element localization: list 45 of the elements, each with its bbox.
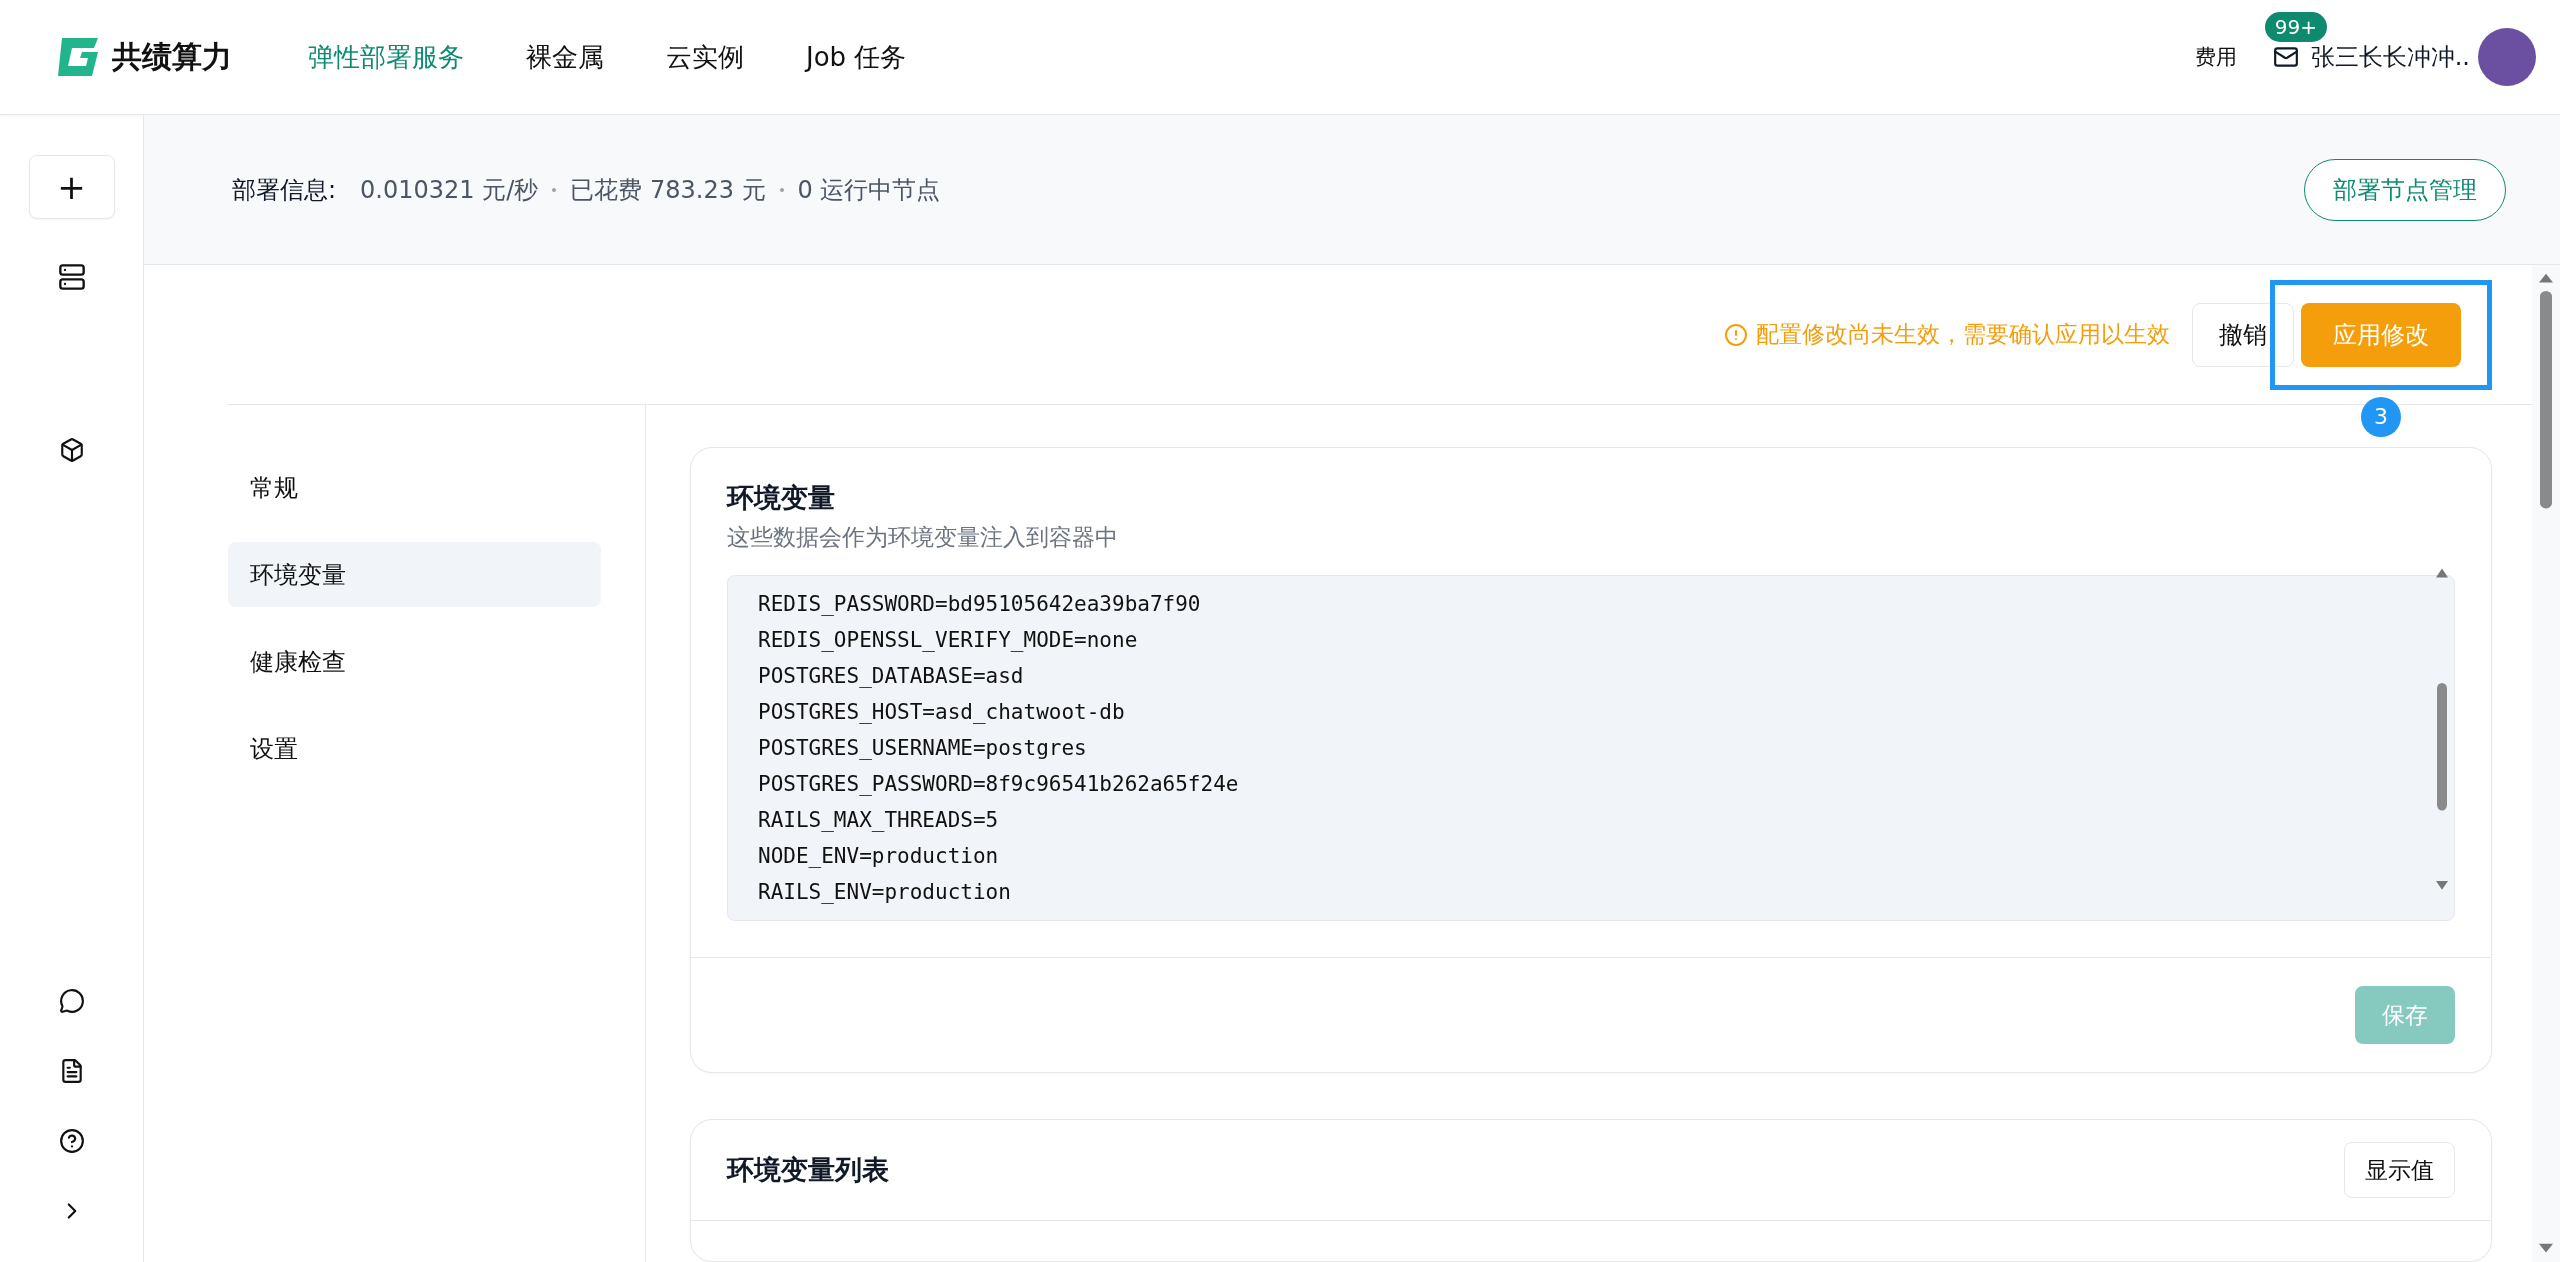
nav-tab[interactable]: Job 任务 bbox=[806, 39, 907, 75]
nav-tab[interactable]: 云实例 bbox=[666, 39, 744, 75]
spent-text: 已花费 783.23 元 bbox=[570, 174, 766, 206]
add-button[interactable]: + bbox=[28, 155, 115, 219]
info-label: 部署信息: bbox=[232, 174, 337, 206]
env-line: NODE_ENV=production bbox=[758, 843, 1000, 870]
box-icon[interactable] bbox=[58, 437, 85, 463]
node-management-button[interactable]: 部署节点管理 bbox=[2304, 158, 2506, 221]
warning-text: 配置修改尚未生效，需要确认应用以生效 bbox=[1756, 320, 2170, 349]
env-line: POSTGRES_PASSWORD=8f9c96541b262a65f24e bbox=[758, 771, 1240, 798]
env-line: RAILS_ENV=production bbox=[758, 879, 1012, 906]
section-tab[interactable]: 健康检查 bbox=[228, 629, 601, 694]
section-tab[interactable]: 常规 bbox=[228, 455, 601, 520]
logo-text: 共绩算力 bbox=[112, 37, 232, 76]
logo-icon bbox=[58, 38, 98, 76]
mail-icon[interactable] bbox=[2272, 44, 2299, 70]
env-line: REDIS_PASSWORD=bd95105642ea39ba7f90 bbox=[758, 591, 1202, 618]
step-badge: 3 bbox=[2361, 396, 2401, 437]
nav-tab[interactable]: 裸金属 bbox=[526, 39, 604, 75]
card-title: 环境变量列表 bbox=[727, 1153, 889, 1187]
user-name[interactable]: 张三长长冲冲.. bbox=[2310, 41, 2470, 73]
section-tab[interactable]: 环境变量 bbox=[228, 542, 601, 607]
env-line: RAILS_MAX_THREADS=5 bbox=[758, 807, 1000, 834]
env-line: REDIS_OPENSSL_VERIFY_MODE=none bbox=[758, 627, 1139, 654]
notification-badge: 99+ bbox=[2264, 12, 2327, 42]
show-values-button[interactable]: 显示值 bbox=[2344, 1142, 2455, 1198]
avatar[interactable] bbox=[2478, 28, 2536, 86]
server-icon[interactable] bbox=[57, 263, 86, 291]
section-tab[interactable]: 设置 bbox=[228, 716, 601, 781]
fee-link[interactable]: 费用 bbox=[2194, 43, 2237, 71]
cancel-button[interactable]: 撤销 bbox=[2192, 302, 2294, 367]
env-line: POSTGRES_DATABASE=asd bbox=[758, 663, 1025, 690]
card-subtitle: 这些数据会作为环境变量注入到容器中 bbox=[727, 523, 1119, 552]
nav-tab[interactable]: 弹性部署服务 bbox=[308, 39, 464, 75]
rate-text: 0.010321 元/秒 bbox=[360, 174, 539, 206]
page-scrollbar-drawing[interactable] bbox=[2532, 265, 2560, 1262]
card-title: 环境变量 bbox=[727, 481, 836, 515]
chat-icon[interactable] bbox=[58, 988, 85, 1014]
warning-icon bbox=[1724, 322, 1748, 347]
separator-dot bbox=[552, 187, 557, 192]
help-icon[interactable] bbox=[58, 1128, 85, 1154]
nodes-text: 0 运行中节点 bbox=[797, 174, 941, 206]
separator-dot bbox=[779, 187, 784, 192]
env-line: POSTGRES_HOST=asd_chatwoot-db bbox=[758, 699, 1126, 726]
env-line: POSTGRES_USERNAME=postgres bbox=[758, 735, 1088, 762]
